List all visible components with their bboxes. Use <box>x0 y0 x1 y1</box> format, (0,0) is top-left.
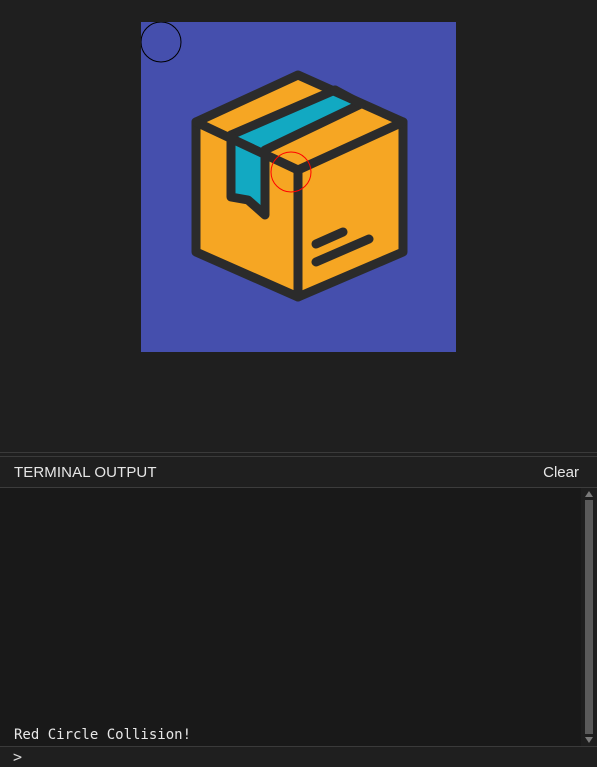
canvas-area <box>0 0 597 452</box>
prompt-chevron-icon: > <box>13 748 23 766</box>
scroll-up-arrow-icon[interactable] <box>585 491 593 497</box>
output-line: Red Circle Collision! <box>14 727 192 743</box>
app-window: TERMINAL OUTPUT Clear Red Circle Collisi… <box>0 0 597 767</box>
stage-canvas[interactable] <box>141 22 456 352</box>
scroll-down-arrow-icon[interactable] <box>585 737 593 743</box>
package-box-icon <box>191 70 408 302</box>
terminal-output: Red Circle Collision! <box>0 488 581 746</box>
terminal-input[interactable] <box>28 748 588 765</box>
clear-button[interactable]: Clear <box>543 464 579 481</box>
scrollbar-thumb[interactable] <box>585 500 593 734</box>
terminal-title: TERMINAL OUTPUT <box>14 464 157 481</box>
terminal-header: TERMINAL OUTPUT Clear <box>0 457 597 488</box>
terminal-scrollbar[interactable] <box>581 488 597 746</box>
terminal-input-row: > <box>0 746 597 767</box>
